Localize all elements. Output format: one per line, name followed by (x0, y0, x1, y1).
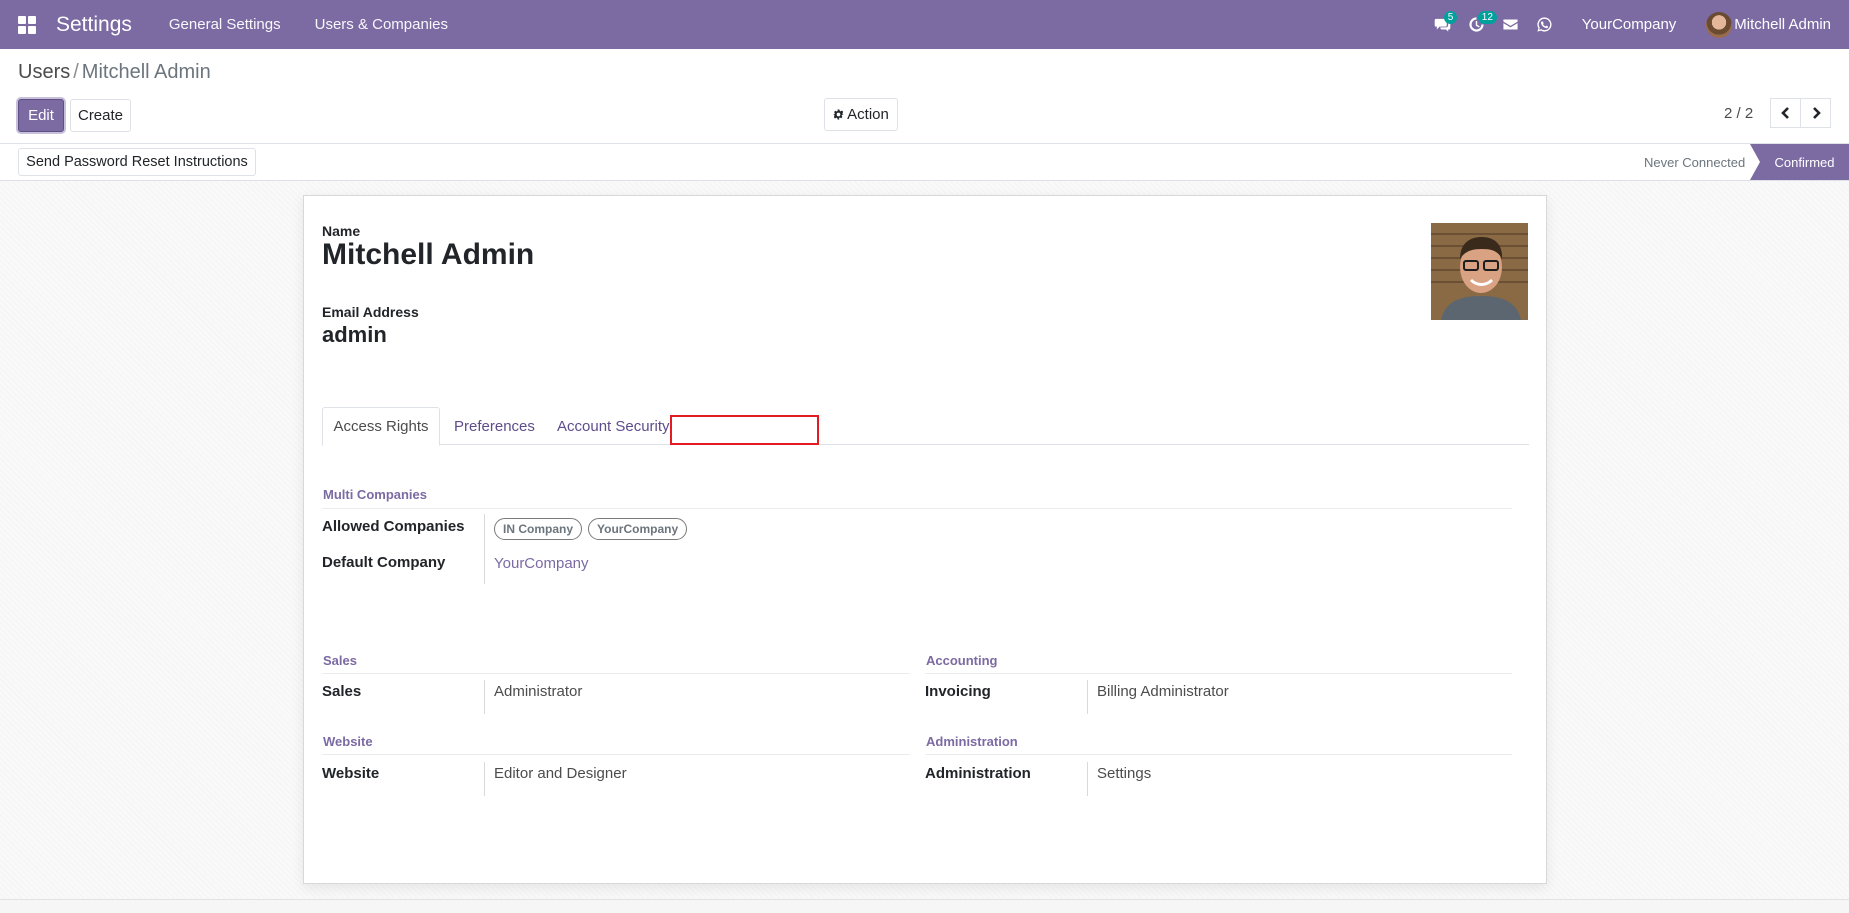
sales-rights-value[interactable]: Administrator (494, 683, 582, 700)
pager-previous-button[interactable] (1770, 98, 1801, 128)
edit-button[interactable]: Edit (18, 99, 64, 132)
chevron-left-icon (1780, 107, 1789, 119)
gear-icon (833, 109, 844, 120)
pager-next-button[interactable] (1800, 98, 1831, 128)
user-photo[interactable] (1431, 223, 1528, 320)
highlight-box (670, 415, 819, 445)
send-password-reset-button[interactable]: Send Password Reset Instructions (18, 148, 256, 176)
tag-yourcompany[interactable]: YourCompany (588, 518, 688, 540)
field-separator (484, 680, 485, 714)
sales-label: Sales (322, 683, 362, 700)
envelope-icon (1503, 19, 1518, 30)
website-label: Website (322, 765, 380, 782)
group-title-administration: Administration (926, 734, 1018, 749)
tab-account-security[interactable]: Account Security (557, 407, 670, 445)
group-divider (322, 754, 910, 755)
envelope-button[interactable] (1494, 0, 1528, 49)
breadcrumb-users[interactable]: Users (18, 61, 70, 83)
field-separator (484, 762, 485, 796)
chevron-right-icon (1812, 107, 1821, 119)
administration-label: Administration (925, 765, 1031, 782)
messages-button[interactable]: 5 (1426, 0, 1460, 49)
group-divider (322, 673, 910, 674)
menu-users-companies[interactable]: Users & Companies (298, 16, 465, 33)
status-never-connected[interactable]: Never Connected (1644, 155, 1745, 170)
field-separator (1087, 680, 1088, 714)
default-company-label: Default Company (322, 554, 446, 571)
status-confirmed[interactable]: Confirmed (1750, 144, 1849, 180)
tab-preferences[interactable]: Preferences (454, 407, 535, 445)
group-title-multi-companies: Multi Companies (323, 487, 428, 502)
messages-count-badge: 5 (1443, 11, 1458, 24)
allowed-companies-label: Allowed Companies (322, 518, 465, 535)
breadcrumb-separator: / (73, 61, 79, 83)
whatsapp-icon (1537, 17, 1552, 32)
email-label: Email Address (322, 304, 419, 320)
group-title-accounting: Accounting (926, 653, 998, 668)
administration-rights-value[interactable]: Settings (1097, 765, 1151, 782)
field-separator (484, 514, 485, 584)
tab-access-rights[interactable]: Access Rights (322, 407, 440, 446)
whatsapp-button[interactable] (1528, 0, 1562, 49)
name-label: Name (322, 223, 361, 239)
notebook-tabs: Access Rights Preferences Account Securi… (322, 407, 1529, 446)
tag-in-company[interactable]: IN Company (494, 518, 583, 540)
menu-general-settings[interactable]: General Settings (152, 16, 298, 33)
email-field[interactable]: admin (322, 322, 387, 348)
form-sheet: Name Mitchell Admin Email Address admin … (303, 195, 1547, 884)
user-photo-image (1431, 223, 1528, 320)
app-title[interactable]: Settings (56, 13, 132, 37)
group-title-sales: Sales (323, 653, 357, 668)
action-label: Action (847, 106, 889, 123)
form-statusbar: Send Password Reset Instructions Never C… (0, 144, 1849, 181)
website-rights-value[interactable]: Editor and Designer (494, 765, 627, 782)
bottom-divider (0, 899, 1849, 913)
user-name: Mitchell Admin (1734, 16, 1831, 33)
control-panel: Users / Mitchell Admin Edit Create Action … (0, 49, 1849, 144)
invoicing-rights-value[interactable]: Billing Administrator (1097, 683, 1229, 700)
group-title-website: Website (323, 734, 373, 749)
create-button[interactable]: Create (70, 99, 131, 132)
default-company-link[interactable]: YourCompany (494, 555, 589, 572)
action-button[interactable]: Action (824, 98, 898, 131)
group-divider (322, 508, 1512, 509)
pager-value[interactable]: 2 / 2 (1724, 105, 1753, 122)
activities-button[interactable]: 12 (1460, 0, 1497, 49)
top-navbar: Settings General Settings Users & Compan… (0, 0, 1849, 49)
apps-icon[interactable] (18, 15, 36, 34)
user-menu[interactable]: Mitchell Admin (1694, 11, 1849, 38)
breadcrumb-current: Mitchell Admin (81, 61, 211, 83)
company-switcher[interactable]: YourCompany (1562, 16, 1695, 33)
user-name-field[interactable]: Mitchell Admin (322, 238, 534, 272)
field-separator (1087, 762, 1088, 796)
invoicing-label: Invoicing (925, 683, 991, 700)
group-divider (925, 673, 1512, 674)
breadcrumb: Users / Mitchell Admin (18, 61, 211, 84)
user-avatar (1706, 11, 1733, 38)
group-divider (925, 754, 1512, 755)
